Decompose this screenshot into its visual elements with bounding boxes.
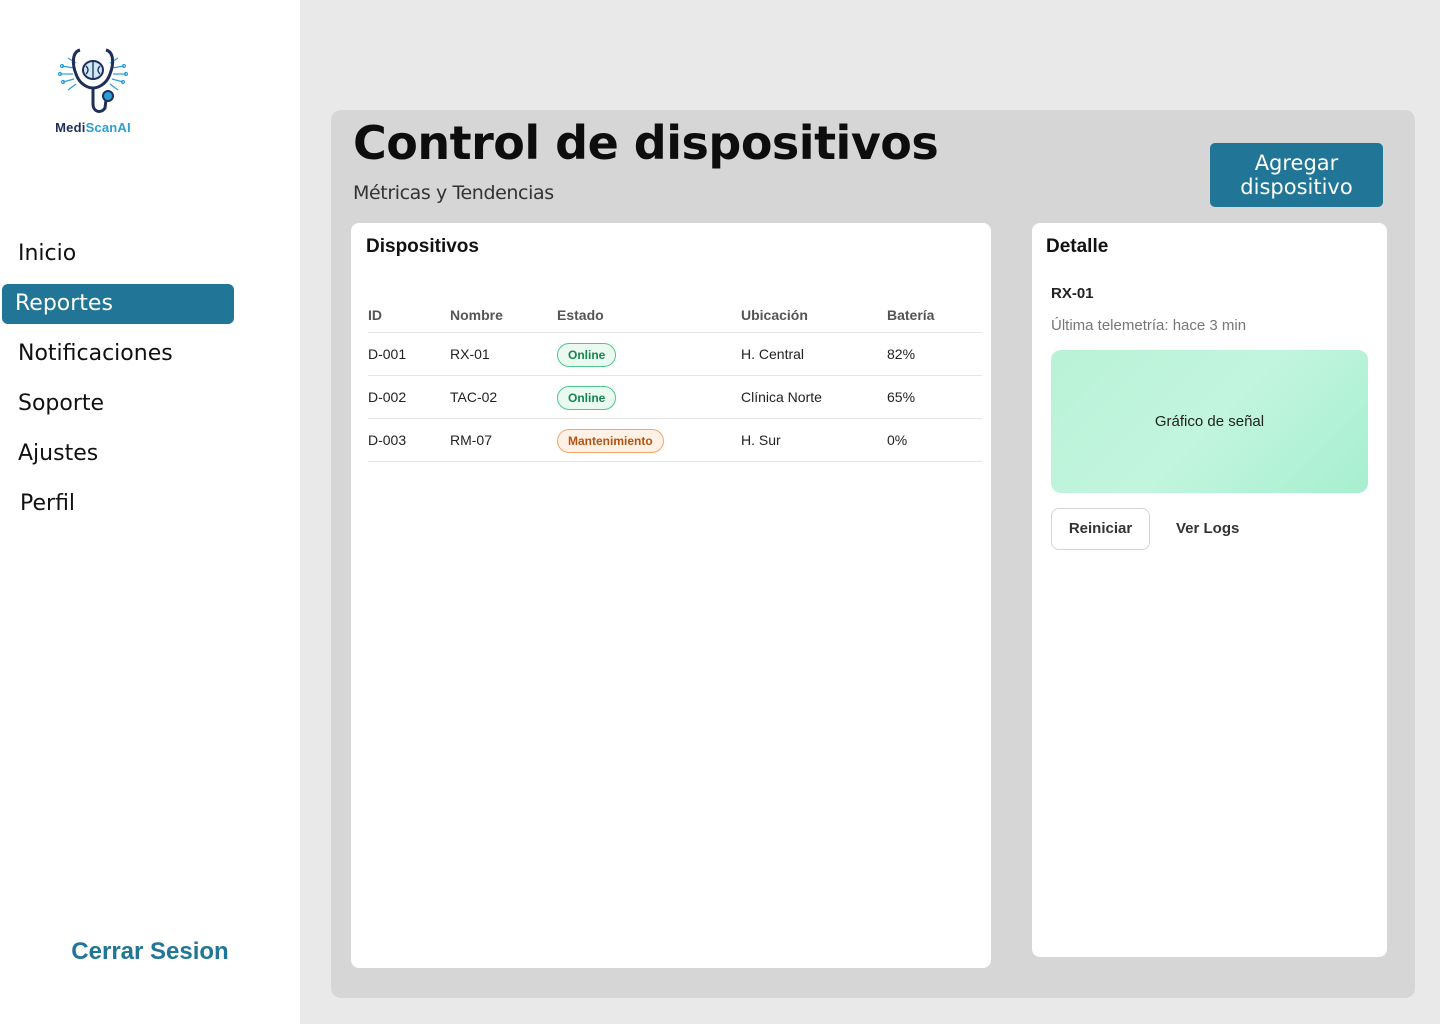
page-title: Control de dispositivos xyxy=(353,116,939,170)
sidebar: MediScanAI Inicio Reportes Notificacione… xyxy=(0,0,300,1024)
sidebar-item-perfil[interactable]: Perfil xyxy=(2,484,234,524)
cell-id: D-003 xyxy=(368,432,407,448)
page-subtitle: Métricas y Tendencias xyxy=(353,182,554,204)
sidebar-item-notificaciones[interactable]: Notificaciones xyxy=(2,334,234,374)
add-device-button[interactable]: Agregar dispositivo xyxy=(1210,143,1383,207)
column-header-nombre[interactable]: Nombre xyxy=(450,297,503,333)
table-row[interactable]: D-003 RM-07 Mantenimiento H. Sur 0% xyxy=(368,419,982,462)
add-device-label-line1: Agregar xyxy=(1254,151,1339,175)
cell-id: D-001 xyxy=(368,346,407,362)
column-header-estado[interactable]: Estado xyxy=(557,297,604,333)
cell-battery: 0% xyxy=(887,432,908,448)
devices-card: Dispositivos ID Nombre Estado Ubicación … xyxy=(351,223,991,968)
detail-card: Detalle RX-01 Última telemetría: hace 3 … xyxy=(1032,223,1387,957)
cell-battery: 65% xyxy=(887,389,916,405)
column-header-id[interactable]: ID xyxy=(368,297,382,333)
telemetry-status: Última telemetría: hace 3 min xyxy=(1051,317,1247,334)
sidebar-item-inicio[interactable]: Inicio xyxy=(2,234,234,274)
cell-location: H. Central xyxy=(741,346,805,362)
cell-name: RM-07 xyxy=(450,432,493,448)
logout-link[interactable]: Cerrar Sesion xyxy=(0,938,300,966)
table-header: ID Nombre Estado Ubicación Batería xyxy=(368,297,982,333)
status-badge: Mantenimiento xyxy=(557,429,664,453)
cell-name: TAC-02 xyxy=(450,389,498,405)
signal-chart: Gráfico de señal xyxy=(1051,350,1368,493)
stethoscope-brain-icon xyxy=(57,48,129,113)
devices-table: ID Nombre Estado Ubicación Batería D-001… xyxy=(368,297,982,462)
main-panel: Control de dispositivos Métricas y Tende… xyxy=(331,110,1415,998)
status-badge: Online xyxy=(557,343,617,367)
sidebar-item-ajustes[interactable]: Ajustes xyxy=(2,434,234,474)
status-badge: Online xyxy=(557,386,617,410)
devices-title: Dispositivos xyxy=(366,236,479,257)
cell-name: RX-01 xyxy=(450,346,490,362)
cell-battery: 82% xyxy=(887,346,916,362)
restart-button[interactable]: Reiniciar xyxy=(1051,508,1150,550)
cell-location: H. Sur xyxy=(741,432,781,448)
sidebar-item-reportes[interactable]: Reportes xyxy=(2,284,234,324)
table-row[interactable]: D-001 RX-01 Online H. Central 82% xyxy=(368,333,982,376)
add-device-label-line2: dispositivo xyxy=(1240,175,1353,199)
cell-id: D-002 xyxy=(368,389,407,405)
brand-logo[interactable]: MediScanAI xyxy=(48,44,138,140)
view-logs-button[interactable]: Ver Logs xyxy=(1176,508,1239,550)
sidebar-item-soporte[interactable]: Soporte xyxy=(2,384,234,424)
column-header-bateria[interactable]: Batería xyxy=(887,297,934,333)
brand-name: MediScanAI xyxy=(55,120,131,135)
detail-device-name: RX-01 xyxy=(1051,285,1094,302)
cell-location: Clínica Norte xyxy=(741,389,822,405)
column-header-ubicacion[interactable]: Ubicación xyxy=(741,297,808,333)
detail-title: Detalle xyxy=(1046,236,1109,257)
table-row[interactable]: D-002 TAC-02 Online Clínica Norte 65% xyxy=(368,376,982,419)
signal-chart-label: Gráfico de señal xyxy=(1154,413,1265,430)
